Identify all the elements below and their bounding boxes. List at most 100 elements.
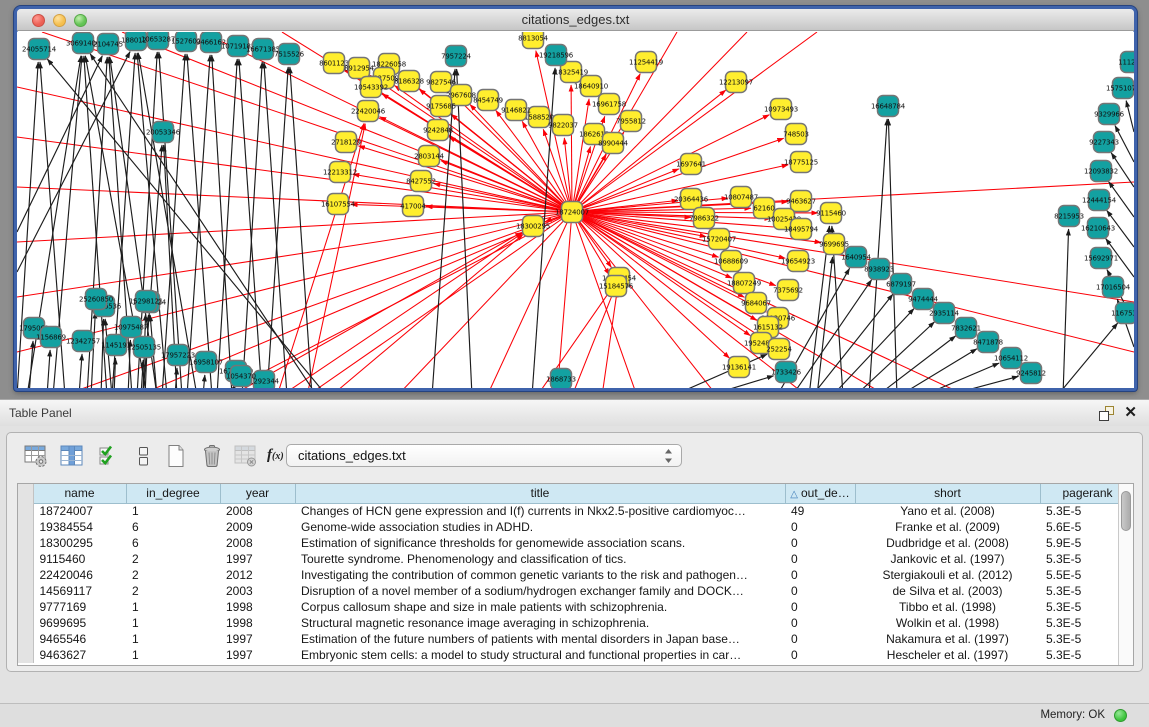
table-cell[interactable]: Stergiakouli et al. (2012) bbox=[855, 567, 1040, 583]
graph-node[interactable]: 9699695 bbox=[819, 234, 849, 255]
table-cell[interactable]: Yano et al. (2008) bbox=[855, 503, 1040, 519]
table-cell[interactable]: Disruption of a novel member of a sodium… bbox=[295, 583, 785, 599]
table-cell[interactable]: 9699695 bbox=[33, 615, 126, 631]
graph-node[interactable]: 7832621 bbox=[951, 318, 981, 339]
graph-node[interactable]: 15751074 bbox=[1106, 78, 1134, 99]
table-cell[interactable]: 19384554 bbox=[33, 519, 126, 535]
table-cell[interactable]: 5.5E-5 bbox=[1040, 567, 1118, 583]
graph-node[interactable]: 12213097 bbox=[719, 72, 753, 93]
select-all-icon[interactable] bbox=[97, 443, 123, 469]
table-cell[interactable]: 1 bbox=[126, 615, 220, 631]
graph-node[interactable]: 10688609 bbox=[714, 251, 748, 272]
graph-node[interactable]: 19654923 bbox=[781, 251, 815, 272]
delete-trash-icon[interactable] bbox=[199, 443, 225, 469]
table-cell[interactable]: 22420046 bbox=[33, 567, 126, 583]
table-cell[interactable]: 9463627 bbox=[33, 647, 126, 663]
graph-node[interactable]: 9329966 bbox=[1094, 104, 1125, 125]
table-cell[interactable]: 0 bbox=[785, 647, 855, 663]
graph-node[interactable]: 12444154 bbox=[1082, 190, 1117, 211]
table-cell[interactable]: 0 bbox=[785, 615, 855, 631]
table-cell[interactable]: 14569117 bbox=[33, 583, 126, 599]
network-selector-dropdown[interactable]: citations_edges.txt bbox=[286, 444, 682, 467]
new-document-icon[interactable] bbox=[163, 443, 189, 469]
graph-node[interactable]: 8186328 bbox=[394, 71, 424, 92]
graph-node[interactable]: 9245812 bbox=[1016, 363, 1046, 384]
graph-node[interactable]: 417004 bbox=[400, 196, 426, 217]
table-cell[interactable]: Tourette syndrome. Phenomenology and cla… bbox=[295, 551, 785, 567]
graph-node[interactable]: 7955812 bbox=[616, 111, 646, 132]
graph-node[interactable]: 1167533 bbox=[1111, 303, 1134, 324]
table-cell[interactable]: 5.3E-5 bbox=[1040, 647, 1118, 663]
table-cell[interactable]: 0 bbox=[785, 519, 855, 535]
graph-node[interactable]: 2803144 bbox=[414, 146, 445, 167]
table-cell[interactable]: Corpus callosum shape and size in male p… bbox=[295, 599, 785, 615]
table-cell[interactable]: Investigating the contribution of common… bbox=[295, 567, 785, 583]
table-row[interactable]: 1456911722003Disruption of a novel membe… bbox=[18, 583, 1118, 599]
table-cell[interactable]: 0 bbox=[785, 567, 855, 583]
table-cell[interactable]: Estimation of the future numbers of pati… bbox=[295, 631, 785, 647]
table-cell[interactable]: 2 bbox=[126, 583, 220, 599]
close-button[interactable] bbox=[32, 14, 45, 27]
graph-node[interactable]: 1054370 bbox=[226, 366, 256, 387]
table-row[interactable]: 911546021997Tourette syndrome. Phenomeno… bbox=[18, 551, 1118, 567]
table-settings-icon[interactable] bbox=[23, 443, 49, 469]
graph-node[interactable]: 16648784 bbox=[871, 96, 906, 117]
minimize-button[interactable] bbox=[53, 14, 66, 27]
graph-node[interactable]: 8215953 bbox=[1054, 206, 1084, 227]
graph-node[interactable]: 9115460 bbox=[816, 203, 846, 224]
column-header-year[interactable]: year bbox=[220, 484, 295, 503]
graph-node[interactable]: 15692971 bbox=[1084, 248, 1118, 269]
graph-node[interactable]: 9822037 bbox=[548, 115, 578, 136]
column-header-in_degree[interactable]: in_degree bbox=[126, 484, 220, 503]
table-cell[interactable]: 0 bbox=[785, 583, 855, 599]
table-cell[interactable]: 18724007 bbox=[33, 503, 126, 519]
graph-node[interactable]: 1156869 bbox=[36, 327, 66, 348]
graph-node[interactable]: 12342757 bbox=[66, 331, 100, 352]
table-cell[interactable]: Nakamura et al. (1997) bbox=[855, 631, 1040, 647]
graph-node[interactable]: 2104745 bbox=[93, 34, 123, 55]
vertical-scrollbar[interactable] bbox=[1118, 484, 1133, 665]
table-row[interactable]: 946362711997Embryonic stem cells: a mode… bbox=[18, 647, 1118, 663]
show-columns-icon[interactable] bbox=[59, 443, 85, 469]
table-cell[interactable]: 2009 bbox=[220, 519, 295, 535]
graph-node[interactable]: 7375692 bbox=[773, 280, 803, 301]
table-cell[interactable]: 0 bbox=[785, 551, 855, 567]
graph-node[interactable]: 252254 bbox=[766, 339, 792, 360]
graph-node[interactable]: 9227343 bbox=[1089, 132, 1119, 153]
table-cell[interactable]: Hescheler et al. (1997) bbox=[855, 647, 1040, 663]
graph-node[interactable]: 1697641 bbox=[676, 154, 706, 175]
table-cell[interactable]: de Silva et al. (2003) bbox=[855, 583, 1040, 599]
table-cell[interactable]: 1 bbox=[126, 631, 220, 647]
graph-node[interactable]: 1868733 bbox=[546, 369, 576, 389]
table-cell[interactable]: 1 bbox=[126, 647, 220, 663]
table-row[interactable]: 1872400712008Changes of HCN gene express… bbox=[18, 503, 1118, 519]
graph-node[interactable]: 7986322 bbox=[689, 208, 719, 229]
table-row[interactable]: 1830029562008Estimation of significance … bbox=[18, 535, 1118, 551]
graph-node[interactable]: 9146821 bbox=[501, 100, 531, 121]
graph-node[interactable]: 12093832 bbox=[1084, 161, 1118, 182]
table-cell[interactable]: 2012 bbox=[220, 567, 295, 583]
table-cell[interactable]: 1998 bbox=[220, 599, 295, 615]
float-window-icon[interactable] bbox=[1098, 405, 1115, 422]
window-titlebar[interactable]: citations_edges.txt bbox=[17, 9, 1134, 31]
table-cell[interactable]: 1997 bbox=[220, 631, 295, 647]
graph-node[interactable]: 748503 bbox=[783, 124, 809, 145]
graph-node[interactable]: 17016504 bbox=[1096, 277, 1131, 298]
graph-node[interactable]: 1640954 bbox=[841, 247, 872, 268]
table-cell[interactable]: 5.3E-5 bbox=[1040, 551, 1118, 567]
table-cell[interactable]: 9777169 bbox=[33, 599, 126, 615]
table-cell[interactable]: 0 bbox=[785, 631, 855, 647]
table-cell[interactable]: Dudbridge et al. (2008) bbox=[855, 535, 1040, 551]
table-cell[interactable]: 6 bbox=[126, 535, 220, 551]
table-row[interactable]: 969969511998Structural magnetic resonanc… bbox=[18, 615, 1118, 631]
zoom-button[interactable] bbox=[74, 14, 87, 27]
graph-node[interactable]: 12505135 bbox=[127, 337, 161, 358]
column-header-title[interactable]: title bbox=[295, 484, 785, 503]
graph-node[interactable]: 19136141 bbox=[722, 357, 756, 378]
graph-node[interactable]: 8990444 bbox=[598, 133, 629, 154]
graph-node[interactable]: 111274 bbox=[1118, 52, 1134, 73]
table-cell[interactable]: Tibbo et al. (1998) bbox=[855, 599, 1040, 615]
table-cell[interactable]: Estimation of significance thresholds fo… bbox=[295, 535, 785, 551]
table-cell[interactable]: 5.3E-5 bbox=[1040, 615, 1118, 631]
table-cell[interactable]: 1997 bbox=[220, 551, 295, 567]
